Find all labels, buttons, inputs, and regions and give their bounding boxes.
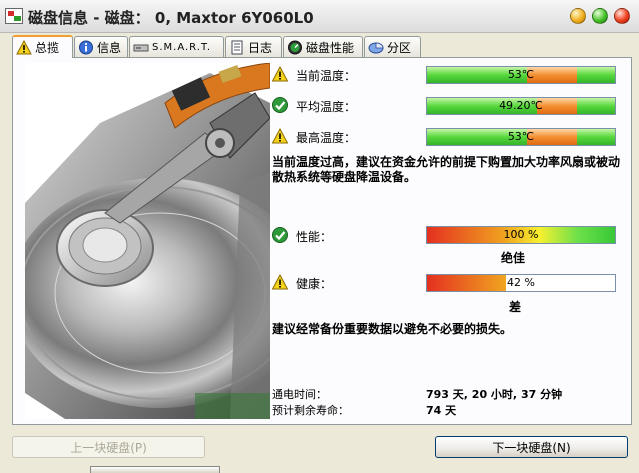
max-temp-value: 53℃ [507, 130, 535, 143]
warning-icon [272, 66, 288, 82]
next-disk-button[interactable]: 下一块硬盘(N) [435, 436, 628, 458]
hard-drive-image [25, 63, 270, 419]
overview-panel: 当前温度： 53℃ 平均温度： 49.20℃ 最高温度： 53℃ 当前温度过高，… [12, 57, 632, 425]
tab-label: 日志 [248, 40, 273, 55]
health-advice: 建议经常备份重要数据以避免不必要的损失。 [272, 322, 513, 336]
tab-overview[interactable]: 总揽 [12, 35, 73, 58]
remaining-life-label: 预计剩余寿命： [272, 404, 349, 417]
power-on-time-value: 793 天, 20 小时, 37 分钟 [426, 388, 563, 401]
warning-icon [272, 274, 288, 290]
tab-partition[interactable]: 分区 [364, 36, 421, 57]
check-icon [272, 97, 288, 113]
performance-value: 100 % [503, 228, 539, 241]
minimize-button[interactable] [570, 8, 586, 24]
check-icon [272, 227, 288, 243]
performance-label: 性能： [296, 230, 333, 244]
health-value: 42 % [507, 276, 535, 289]
tab-label: 分区 [387, 40, 412, 55]
tab-label: S.M.A.R.T. [152, 41, 212, 53]
health-bar: 42 % [426, 274, 616, 292]
performance-icon [288, 40, 302, 54]
log-icon [231, 40, 243, 54]
window-title: 磁盘信息 - 磁盘： 0, Maxtor 6Y060L0 [28, 9, 314, 27]
app-icon [5, 8, 23, 24]
health-label: 健康： [296, 277, 333, 291]
info-icon [79, 40, 93, 54]
health-grade: 差 [509, 300, 522, 314]
tab-strip: 总揽 信息 S.M.A.R.T. 日志 磁盘性能 分区 [12, 35, 632, 58]
max-temp-label: 最高温度： [296, 131, 357, 145]
tab-label: 信息 [97, 40, 122, 55]
tab-smart[interactable]: S.M.A.R.T. [129, 36, 224, 57]
average-temp-bar: 49.20℃ [426, 97, 616, 115]
average-temp-value: 49.20℃ [499, 99, 543, 112]
tab-log[interactable]: 日志 [225, 36, 282, 57]
drive-icon [133, 44, 149, 51]
average-temp-label: 平均温度： [296, 100, 357, 114]
current-temp-value: 53℃ [507, 68, 535, 81]
tab-performance[interactable]: 磁盘性能 [283, 36, 363, 57]
previous-disk-button[interactable]: 上一块硬盘(P) [12, 436, 205, 458]
performance-bar: 100 % [426, 226, 616, 244]
power-on-time-label: 通电时间： [272, 388, 327, 401]
partition-icon [368, 42, 384, 53]
tab-info[interactable]: 信息 [74, 36, 128, 57]
warning-icon [272, 128, 288, 144]
taskbar-strip [90, 466, 220, 473]
current-temp-label: 当前温度： [296, 69, 357, 83]
maximize-button[interactable] [592, 8, 608, 24]
max-temp-bar: 53℃ [426, 128, 616, 146]
remaining-life-value: 74 天 [426, 404, 457, 417]
tab-label: 总揽 [35, 41, 60, 55]
title-bar: 磁盘信息 - 磁盘： 0, Maxtor 6Y060L0 [0, 0, 639, 33]
close-button[interactable] [614, 8, 630, 24]
performance-grade: 绝佳 [501, 251, 526, 265]
tab-label: 磁盘性能 [306, 40, 355, 55]
temperature-advice: 当前温度过高，建议在资金允许的前提下购置加大功率风扇或被动散热系统等硬盘降温设备… [272, 155, 621, 184]
warning-icon [16, 40, 32, 55]
current-temp-bar: 53℃ [426, 66, 616, 84]
